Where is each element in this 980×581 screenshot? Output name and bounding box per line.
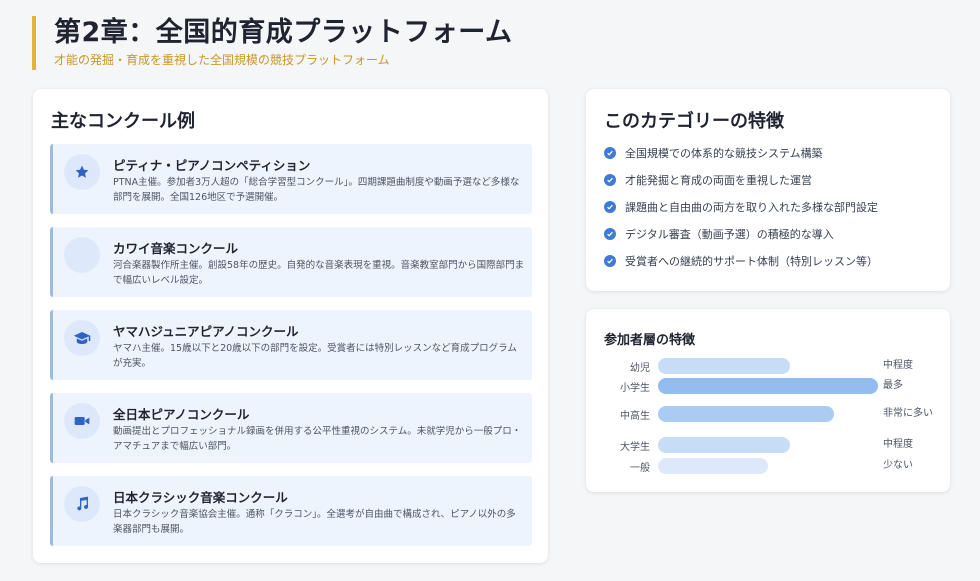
graduation-cap-icon	[64, 320, 100, 356]
video-camera-icon	[64, 403, 100, 439]
bar-value-label: 少ない	[883, 460, 913, 471]
feature-item: 課題曲と自由曲の両方を取り入れた多様な部門設定	[604, 198, 878, 216]
page-header: 第2章：全国的育成プラットフォーム 才能の発掘・育成を重視した全国規模の競技プラ…	[32, 16, 512, 70]
bar-category-label: 中高生	[620, 411, 650, 422]
check-circle-icon	[604, 228, 616, 240]
competitions-card: 主なコンクール例 ピティナ・ピアノコンペティション PTNA主催。参加者3万人超…	[33, 89, 548, 563]
star-icon	[64, 154, 100, 190]
bar-category-label: 小学生	[620, 383, 650, 394]
bar-row: 一般 少ない	[586, 457, 950, 475]
bar-value-label: 最多	[883, 380, 903, 391]
page-title: 第2章：全国的育成プラットフォーム	[54, 17, 513, 48]
feature-item: 才能発掘と育成の両面を重視した運営	[604, 171, 812, 189]
check-circle-icon	[604, 201, 616, 213]
bar	[658, 437, 790, 453]
bar-value-label: 中程度	[883, 360, 913, 371]
competition-name: カワイ音楽コンクール	[113, 241, 239, 256]
bar-category-label: 一般	[630, 463, 650, 474]
competition-name: 全日本ピアノコンクール	[113, 407, 250, 422]
bar-value-label: 非常に多い	[883, 408, 933, 419]
bar	[658, 458, 768, 474]
check-circle-icon	[604, 174, 616, 186]
competition-name: 日本クラシック音楽コンクール	[113, 490, 288, 505]
competition-name: ヤマハジュニアピアノコンクール	[113, 324, 299, 339]
competition-desc: ヤマハ主催。15歳以下と20歳以下の部門を設定。受賞者には特別レッスンなど育成プ…	[113, 343, 517, 369]
participants-card: 参加者層の特徴 幼児 中程度 小学生 最多 中高生 非常に多い 大学生 中程度 一般 少ない	[586, 309, 950, 492]
competitions-heading: 主なコンクール例	[51, 111, 195, 132]
competition-item[interactable]: ヤマハジュニアピアノコンクール ヤマハ主催。15歳以下と20歳以下の部門を設定。…	[50, 310, 532, 380]
bar-category-label: 幼児	[630, 363, 650, 374]
check-circle-icon	[604, 147, 616, 159]
blank-icon	[64, 237, 100, 273]
competition-item[interactable]: 全日本ピアノコンクール 動画提出とプロフェッショナル録画を併用する公平性重視のシ…	[50, 393, 532, 463]
feature-text: 受賞者への継続的サポート体制（特別レッスン等）	[625, 255, 878, 268]
bar	[658, 358, 790, 374]
bar-row: 大学生 中程度	[586, 436, 950, 454]
competition-item[interactable]: カワイ音楽コンクール 河合楽器製作所主催。創設58年の歴史。自発的な音楽表現を重…	[50, 227, 532, 297]
competition-desc: PTNA主催。参加者3万人超の「総合学習型コンクール」。四期課題曲制度や動画予選…	[113, 177, 520, 203]
competition-item[interactable]: ピティナ・ピアノコンペティション PTNA主催。参加者3万人超の「総合学習型コン…	[50, 144, 532, 214]
features-card: このカテゴリーの特徴 全国規模での体系的な競技システム構築 才能発掘と育成の両面…	[586, 89, 950, 291]
features-heading: このカテゴリーの特徴	[604, 111, 784, 132]
bar-value-label: 中程度	[883, 439, 913, 450]
competition-desc: 動画提出とプロフェッショナル録画を併用する公平性重視のシステム。未就学児から一般…	[113, 426, 522, 452]
bar	[658, 406, 834, 422]
bar	[658, 378, 878, 394]
bar-row: 幼児 中程度	[586, 357, 950, 375]
page-subtitle: 才能の発掘・育成を重視した全国規模の競技プラットフォーム	[54, 53, 390, 67]
feature-text: 課題曲と自由曲の両方を取り入れた多様な部門設定	[625, 201, 878, 214]
bar-category-label: 大学生	[620, 442, 650, 453]
bar-row: 中高生 非常に多い	[586, 405, 950, 423]
participants-heading: 参加者層の特徴	[604, 333, 696, 348]
feature-text: デジタル審査（動画予選）の積極的な導入	[625, 228, 834, 241]
competition-desc: 河合楽器製作所主催。創設58年の歴史。自発的な音楽表現を重視。音楽教室部門から国…	[113, 260, 525, 286]
competition-item[interactable]: 日本クラシック音楽コンクール 日本クラシック音楽協会主催。通称「クラコン」。全選…	[50, 476, 532, 546]
feature-item: 受賞者への継続的サポート体制（特別レッスン等）	[604, 252, 878, 270]
competition-desc: 日本クラシック音楽協会主催。通称「クラコン」。全選考が自由曲で構成され、ピアノ以…	[113, 509, 516, 535]
feature-item: デジタル審査（動画予選）の積極的な導入	[604, 225, 834, 243]
music-note-icon	[64, 486, 100, 522]
feature-item: 全国規模での体系的な競技システム構築	[604, 144, 823, 162]
feature-text: 全国規模での体系的な競技システム構築	[625, 147, 823, 160]
check-circle-icon	[604, 255, 616, 267]
bar-row: 小学生 最多	[586, 377, 950, 395]
feature-text: 才能発掘と育成の両面を重視した運営	[625, 174, 812, 187]
competition-name: ピティナ・ピアノコンペティション	[113, 158, 311, 173]
